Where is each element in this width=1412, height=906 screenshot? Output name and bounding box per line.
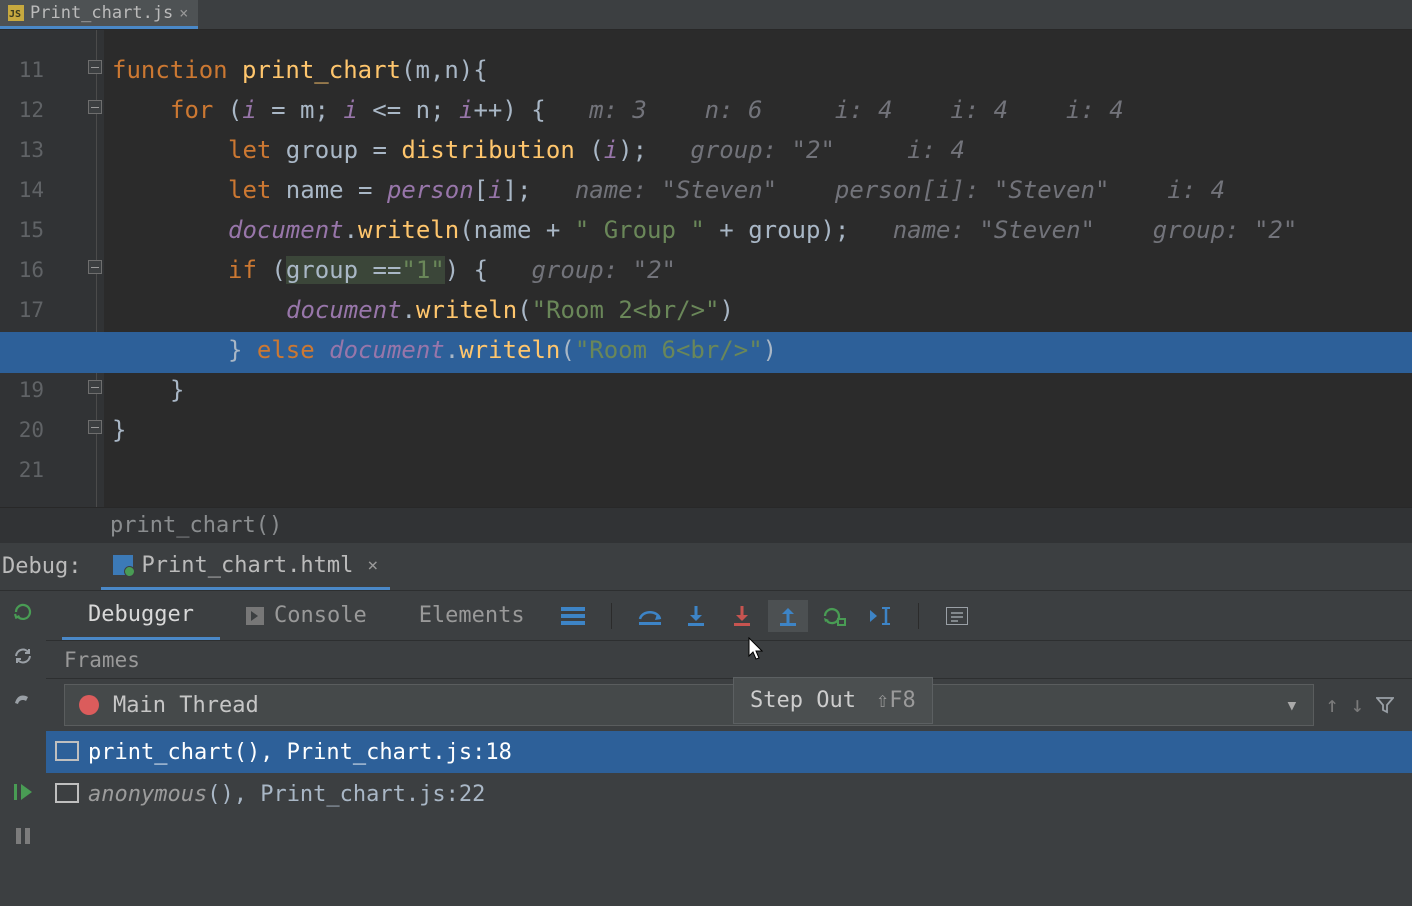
code-line: let group = distribution (i); group: "2"… — [228, 130, 965, 171]
tooltip-shortcut: ⇧F8 — [876, 688, 916, 713]
stack-frame-label: print_chart(), Print_chart.js:18 — [88, 740, 512, 765]
line-number: 14 — [0, 178, 44, 202]
code-line: } — [170, 370, 184, 411]
code-line: } else document.writeln("Room 6<br/>") — [228, 330, 777, 371]
debug-side-toolbar — [0, 591, 46, 906]
resume-icon[interactable] — [10, 779, 36, 805]
console-icon — [246, 607, 264, 625]
thread-name: Main Thread — [113, 693, 259, 718]
line-number: 15 — [0, 218, 44, 242]
close-tab-icon[interactable]: × — [179, 4, 188, 22]
stack-frame[interactable]: anonymous(), Print_chart.js:22 — [46, 773, 1412, 815]
debug-main: Debugger Console Elements — [46, 591, 1412, 906]
breadcrumb[interactable]: print_chart() — [0, 507, 1412, 543]
code-line: } — [112, 410, 126, 451]
fold-marker-icon[interactable] — [88, 60, 102, 74]
line-number: 19 — [0, 378, 44, 402]
code-line: document.writeln("Room 2<br/>") — [286, 290, 734, 331]
rerun-icon[interactable] — [10, 599, 36, 625]
close-tab-icon[interactable]: × — [367, 555, 378, 576]
html-file-icon — [113, 555, 133, 575]
previous-frame-icon[interactable]: ↑ — [1326, 693, 1339, 718]
fold-marker-icon[interactable] — [88, 100, 102, 114]
debug-header: Debug: Print_chart.html × — [0, 543, 1412, 591]
line-number: 21 — [0, 458, 44, 482]
code-line: let name = person[i]; name: "Steven" per… — [228, 170, 1225, 211]
settings-icon[interactable] — [10, 687, 36, 713]
chevron-down-icon: ▾ — [1285, 693, 1298, 718]
debug-session-tab[interactable]: Print_chart.html × — [101, 543, 390, 590]
line-number: 20 — [0, 418, 44, 442]
console-tab[interactable]: Console — [220, 591, 393, 640]
layout-icon[interactable] — [553, 600, 593, 632]
fold-marker-icon[interactable] — [88, 420, 102, 434]
run-to-cursor-icon[interactable] — [860, 600, 900, 632]
debug-title: Debug: — [0, 554, 95, 579]
line-number: 12 — [0, 98, 44, 122]
evaluate-expression-icon[interactable] — [937, 600, 977, 632]
thread-selector[interactable]: Main Thread ▾ — [64, 684, 1314, 726]
debug-tool-window: Debug: Print_chart.html × — [0, 543, 1412, 906]
code-line: document.writeln(name + " Group " + grou… — [228, 210, 1297, 251]
code-line: function print_chart(m,n){ — [112, 50, 488, 91]
editor-tab-label: Print_chart.js — [30, 3, 173, 23]
stack-frame-icon — [58, 786, 78, 802]
editor-tab-bar: JS Print_chart.js × — [0, 0, 1412, 30]
step-into-icon[interactable] — [676, 600, 716, 632]
code-line: for (i = m; i <= n; i++) { m: 3 n: 6 i: … — [170, 90, 1124, 131]
mouse-cursor-icon — [748, 637, 764, 659]
frames-list: print_chart(), Print_chart.js:18 anonymo… — [46, 731, 1412, 815]
step-out-icon[interactable] — [768, 600, 808, 632]
line-number: 17 — [0, 298, 44, 322]
editor-tab-print-chart-js[interactable]: JS Print_chart.js × — [0, 0, 198, 29]
elements-tab[interactable]: Elements — [393, 591, 551, 640]
thread-status-icon — [79, 695, 99, 715]
line-number: 13 — [0, 138, 44, 162]
refresh-icon[interactable] — [10, 643, 36, 669]
editor-gutter: 11 12 13 14 15 16 17 18 19 20 21 — [0, 30, 104, 507]
pause-icon[interactable] — [10, 823, 36, 849]
code-editor[interactable]: 11 12 13 14 15 16 17 18 19 20 21 functio… — [0, 30, 1412, 507]
stack-frame-label: anonymous(), Print_chart.js:22 — [88, 782, 485, 807]
frames-header: Frames — [46, 641, 1412, 679]
stack-frame[interactable]: print_chart(), Print_chart.js:18 — [46, 731, 1412, 773]
code-line: if (group =="1") { group: "2" — [228, 250, 676, 291]
debug-tab-label: Print_chart.html — [141, 553, 353, 578]
step-over-icon[interactable] — [630, 600, 670, 632]
debug-toolbar: Debugger Console Elements — [46, 591, 1412, 641]
tooltip: Step Out ⇧F8 — [733, 677, 933, 724]
tooltip-label: Step Out — [750, 688, 856, 713]
breadcrumb-item: print_chart() — [110, 513, 282, 538]
fold-marker-icon[interactable] — [88, 380, 102, 394]
filter-icon[interactable] — [1376, 696, 1394, 714]
force-step-into-icon[interactable] — [722, 600, 762, 632]
javascript-file-icon: JS — [8, 5, 24, 21]
line-number: 11 — [0, 58, 44, 82]
thread-selector-row: Main Thread ▾ ↑ ↓ — [46, 679, 1412, 731]
debugger-tab[interactable]: Debugger — [62, 591, 220, 640]
next-frame-icon[interactable]: ↓ — [1351, 693, 1364, 718]
drop-frame-icon[interactable] — [814, 600, 854, 632]
fold-marker-icon[interactable] — [88, 260, 102, 274]
stack-frame-icon — [58, 744, 78, 760]
line-number: 16 — [0, 258, 44, 282]
